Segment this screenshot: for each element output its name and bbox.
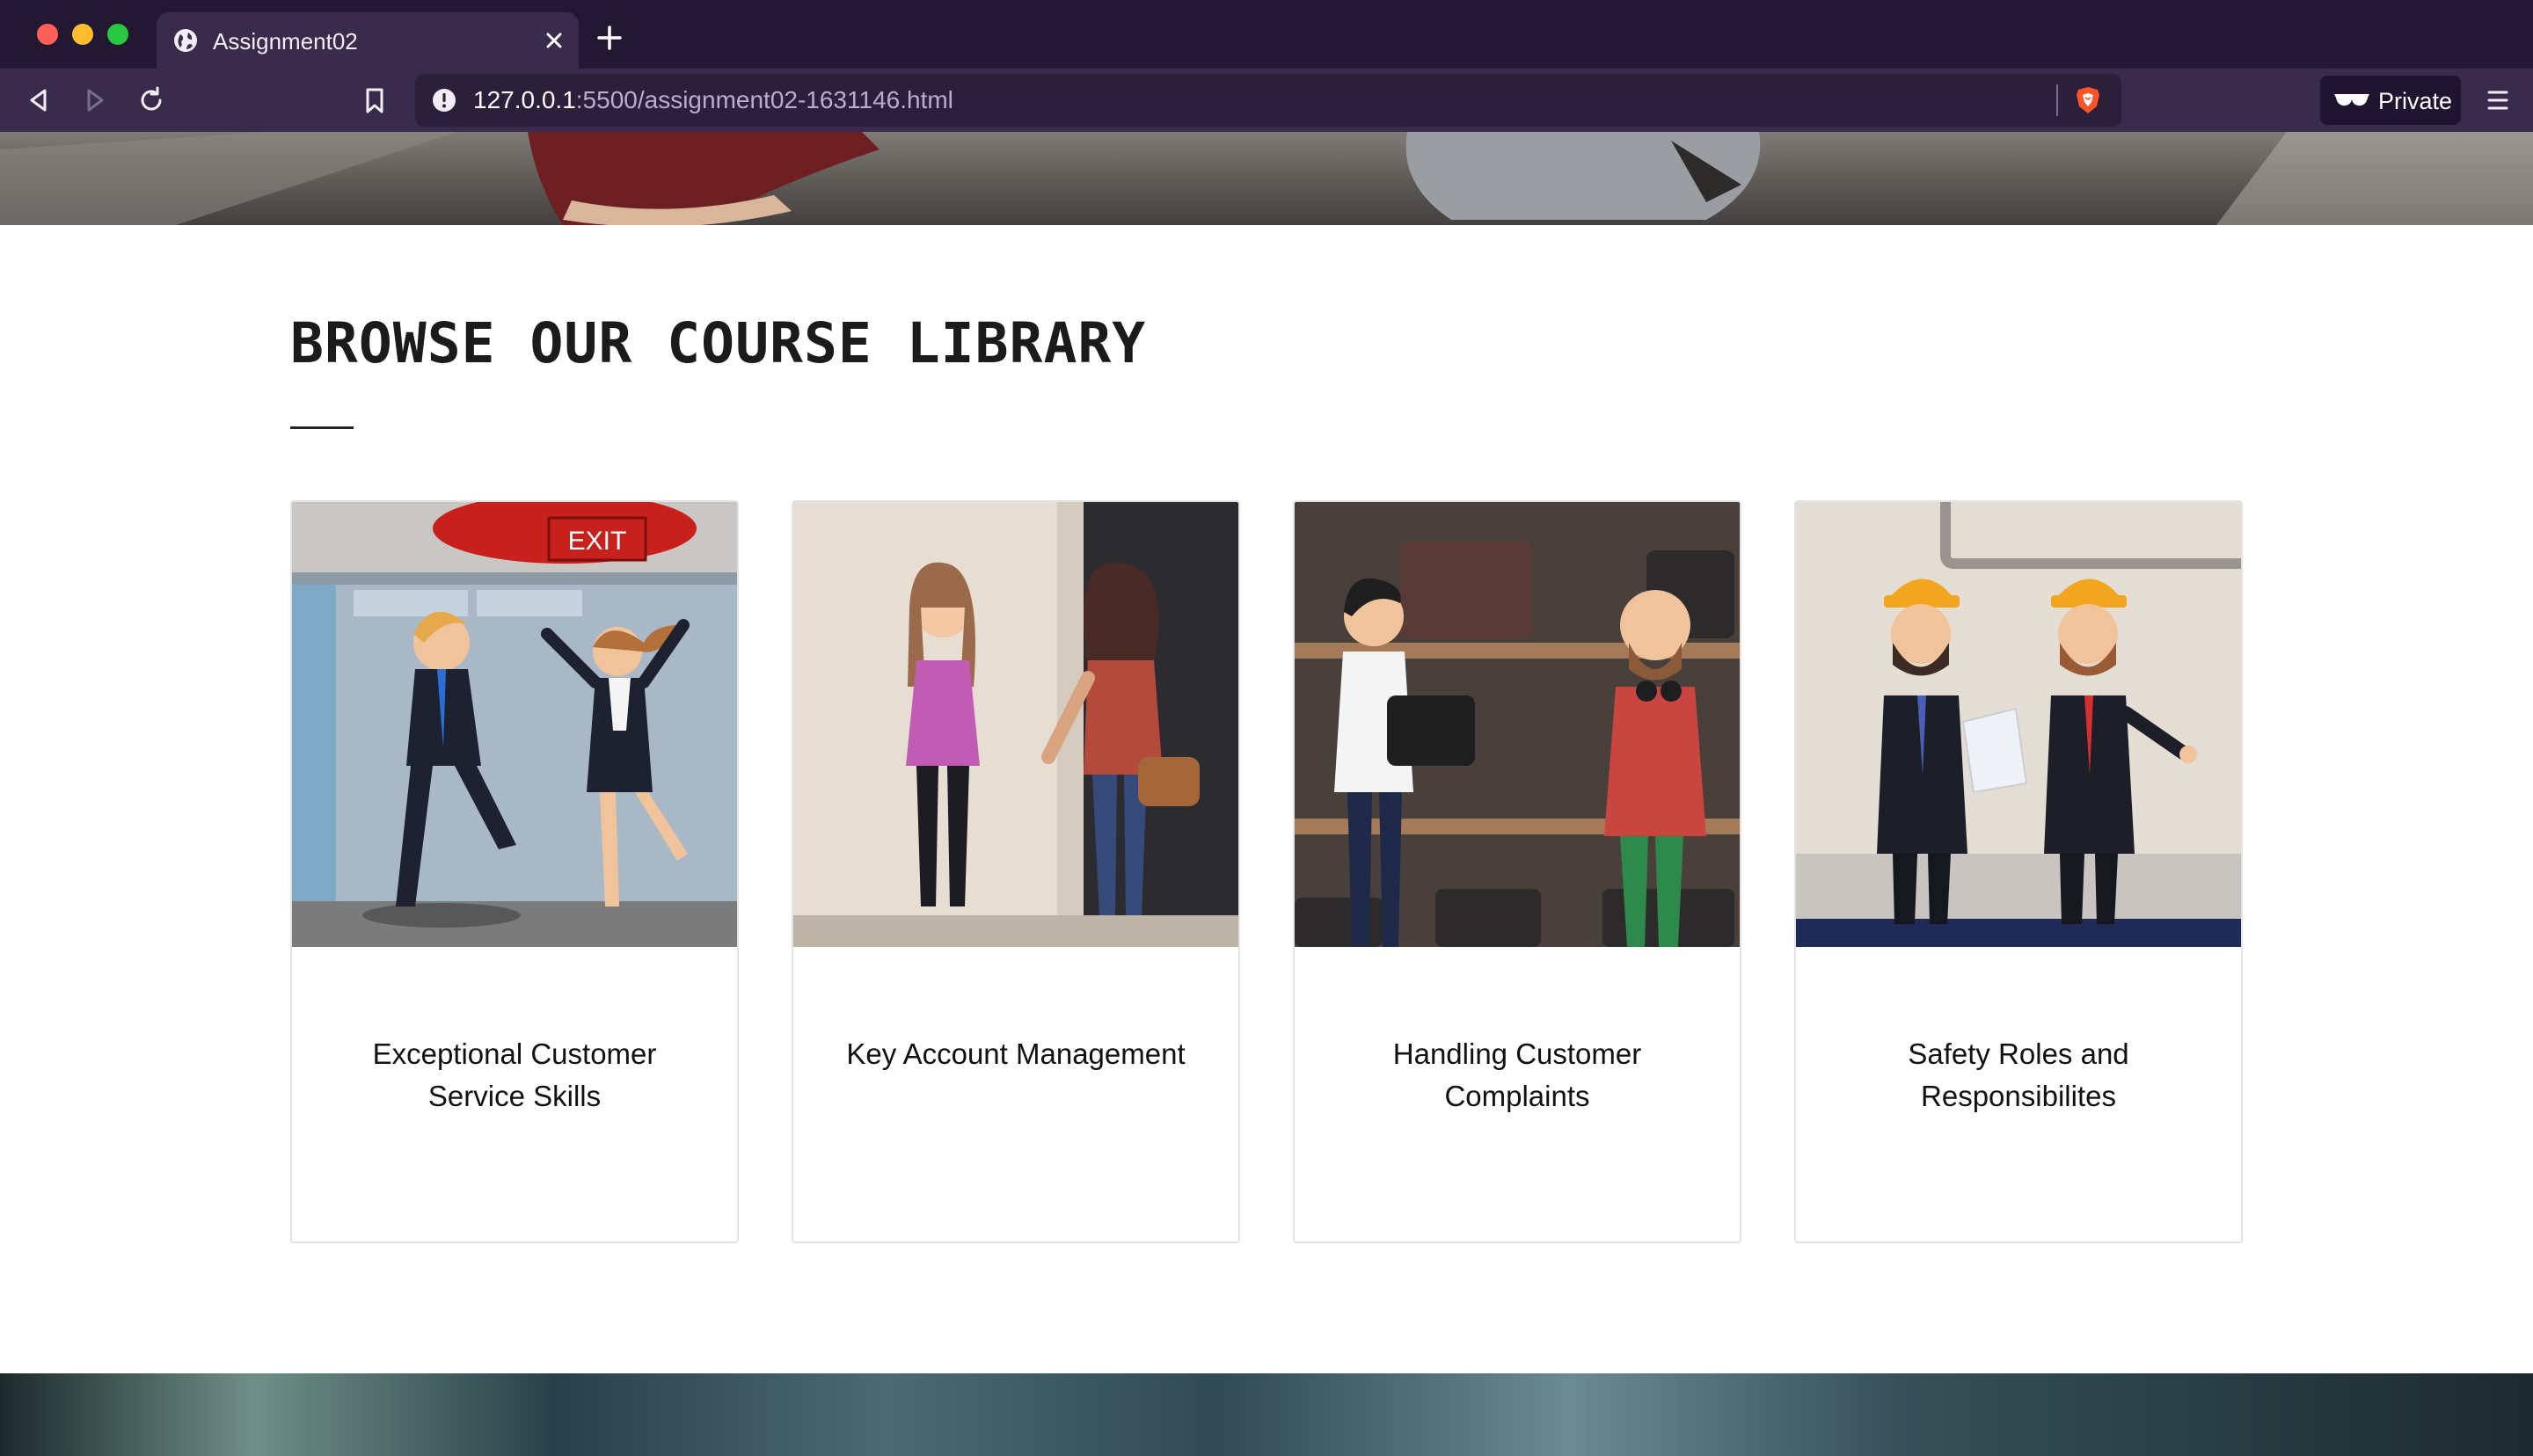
- page-title: BROWSE OUR COURSE LIBRARY: [290, 311, 1147, 375]
- back-icon[interactable]: [21, 83, 56, 118]
- course-card[interactable]: Safety Roles and Responsibilites: [1794, 500, 2243, 1243]
- two-women-conversation-illustration: [793, 502, 1238, 947]
- window-minimize-button[interactable]: [72, 24, 93, 45]
- close-tab-icon[interactable]: [540, 26, 568, 55]
- url-path: :5500/assignment02-1631146.html: [575, 86, 953, 113]
- address-bar[interactable]: 127.0.0.1:5500/assignment02-1631146.html: [415, 74, 2121, 127]
- reload-icon[interactable]: [134, 83, 169, 118]
- toolbar: 127.0.0.1:5500/assignment02-1631146.html…: [0, 69, 2533, 132]
- new-tab-icon[interactable]: [595, 23, 624, 53]
- footer-image: [0, 1373, 2533, 1456]
- course-card[interactable]: EXIT Exceptional Customer Service Skills: [290, 500, 739, 1243]
- course-title[interactable]: Safety Roles and Responsibilites: [1831, 1033, 2206, 1117]
- course-card[interactable]: Key Account Management: [792, 500, 1240, 1243]
- private-label: Private: [2378, 88, 2453, 114]
- private-window-badge[interactable]: Private: [2320, 76, 2461, 125]
- hero-image: [0, 132, 2533, 225]
- course-image[interactable]: [1295, 502, 1740, 947]
- hamburger-menu-icon[interactable]: [2480, 83, 2515, 118]
- tab-active[interactable]: Assignment02: [157, 12, 579, 69]
- bag-shop-customer-illustration: [1295, 502, 1740, 947]
- course-image[interactable]: [793, 502, 1238, 947]
- window-close-button[interactable]: [37, 24, 58, 45]
- forward-icon[interactable]: [77, 83, 113, 118]
- tab-title: Assignment02: [213, 28, 358, 55]
- tab-strip: Assignment02: [0, 0, 2533, 69]
- url-host: 127.0.0.1: [473, 86, 576, 113]
- globe-icon: [174, 29, 197, 52]
- url-separator: [2056, 84, 2058, 116]
- site-info-icon[interactable]: [431, 87, 457, 113]
- hero-photo: [0, 132, 2533, 225]
- course-card[interactable]: Handling Customer Complaints: [1293, 500, 1741, 1243]
- bookmark-icon[interactable]: [357, 83, 392, 118]
- course-title[interactable]: Exceptional Customer Service Skills: [327, 1033, 702, 1117]
- brave-shield-icon[interactable]: [2072, 84, 2104, 116]
- browser-chrome: Assignment02 127.0.0.1:5500/assignment02…: [0, 0, 2533, 132]
- private-glasses-icon: [2334, 94, 2369, 106]
- construction-managers-illustration: [1796, 502, 2241, 947]
- url-text[interactable]: 127.0.0.1:5500/assignment02-1631146.html: [473, 86, 953, 114]
- window-maximize-button[interactable]: [107, 24, 128, 45]
- office-evacuation-illustration: EXIT: [292, 502, 737, 947]
- course-title[interactable]: Handling Customer Complaints: [1330, 1033, 1704, 1117]
- course-image[interactable]: EXIT: [292, 502, 737, 947]
- svg-text:EXIT: EXIT: [568, 527, 627, 556]
- course-title[interactable]: Key Account Management: [829, 1033, 1203, 1075]
- heading-underline: [290, 426, 354, 429]
- course-image[interactable]: [1796, 502, 2241, 947]
